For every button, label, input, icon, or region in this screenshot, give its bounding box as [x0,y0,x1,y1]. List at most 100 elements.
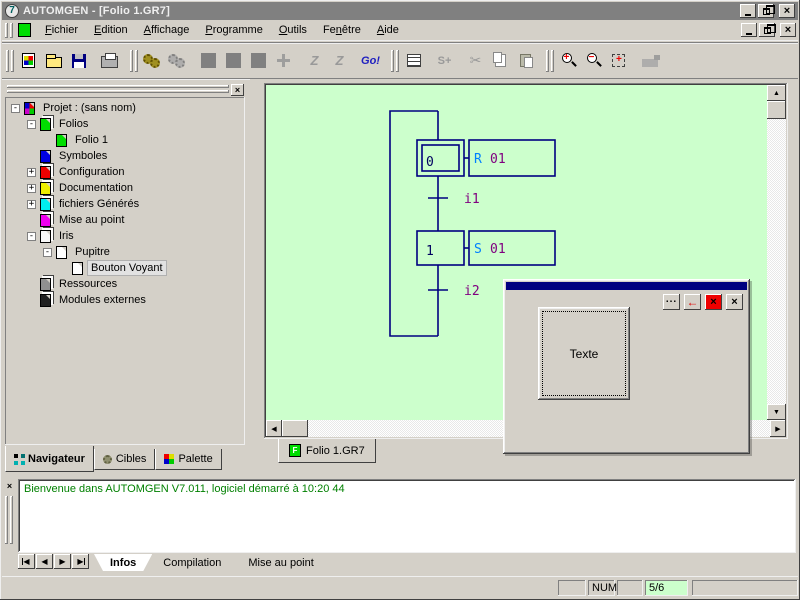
step-1-box[interactable] [417,231,464,265]
transition-2-label[interactable]: i2 [464,284,480,299]
sync-button[interactable] [271,49,296,73]
expand-icon[interactable]: + [27,168,36,177]
menu-affichage[interactable]: Affichage [136,22,198,38]
expand-icon[interactable]: + [27,184,36,193]
console-drag-handle[interactable] [5,496,8,544]
menu-programme[interactable]: Programme [197,22,270,38]
texte-button[interactable]: Texte [538,307,630,400]
back-button[interactable]: ← [684,294,701,310]
tree-item-fichiers-generes[interactable]: + fichiers Générés [6,196,244,212]
menu-fichier[interactable]: Fichier [37,22,86,38]
tab-compilation[interactable]: Compilation [147,554,237,571]
folio-document-icon[interactable] [18,23,31,37]
pupitre-close-button[interactable]: × [726,294,743,310]
child-minimize-button[interactable] [741,23,757,37]
delete-button[interactable]: × [705,294,722,310]
print-button[interactable] [97,49,122,73]
panel-drag-handle[interactable] [7,85,229,88]
tree-item-symboles[interactable]: Symboles [6,148,244,164]
menubar-grip[interactable] [10,23,13,38]
expand-icon[interactable]: + [27,200,36,209]
tree-item-mise-au-point[interactable]: Mise au point [6,212,244,228]
step-mode-button[interactable]: Z [302,49,327,73]
menu-edition[interactable]: Edition [86,22,136,38]
tree-item-projet[interactable]: - Projet : (sans nom) [6,100,244,116]
menu-outils[interactable]: Outils [271,22,315,38]
pause-button-disabled[interactable] [246,49,271,73]
tab-mise-au-point[interactable]: Mise au point [232,554,329,571]
copy-button[interactable] [488,49,513,73]
transition-1-label[interactable]: i1 [464,192,480,207]
scroll-right-button[interactable]: ▶ [770,420,786,437]
tree-item-ressources[interactable]: Ressources [6,276,244,292]
first-tab-button[interactable]: ◀ [18,554,35,569]
vertical-scrollbar[interactable]: ▲ ▼ [767,85,786,420]
tree-item-bouton-voyant[interactable]: Bouton Voyant [6,260,244,276]
navigator-close-button[interactable]: × [231,84,244,96]
pupitre-title-strip[interactable] [506,282,747,290]
tree-item-folios[interactable]: - Folios [6,116,244,132]
zoom-selection-button[interactable]: + [606,49,631,73]
new-project-button[interactable] [16,49,41,73]
last-tab-button[interactable]: ▶ [72,554,89,569]
toolbar-grip[interactable] [391,50,394,72]
action-1-box[interactable] [469,231,555,265]
scroll-left-button[interactable]: ◀ [266,420,282,437]
console-close-button[interactable]: × [3,480,16,492]
zoom-out-button[interactable]: − [581,49,606,73]
next-tab-button[interactable]: ▶ [54,554,71,569]
scroll-down-button[interactable]: ▼ [767,404,786,420]
tree-item-folio-1[interactable]: Folio 1 [6,132,244,148]
collapse-icon[interactable]: - [27,120,36,129]
collapse-icon[interactable]: - [11,104,20,113]
child-restore-button[interactable] [759,23,775,37]
save-button[interactable] [66,49,91,73]
previous-tab-button[interactable]: ◀ [36,554,53,569]
add-symbol-button[interactable]: S+ [432,49,457,73]
tab-infos[interactable]: Infos [94,554,152,571]
vertical-scroll-thumb[interactable] [767,101,786,119]
toolbar-grip[interactable] [130,50,133,72]
stop-button-disabled[interactable] [221,49,246,73]
toolbar-grip[interactable] [6,50,9,72]
run-button-disabled[interactable] [196,49,221,73]
action-0-box[interactable] [469,140,555,176]
compile-button[interactable] [140,49,165,73]
tab-palette[interactable]: Palette [155,449,221,470]
console-drag-handle[interactable] [10,496,13,544]
horizontal-scroll-thumb[interactable] [282,420,308,437]
properties-button[interactable]: ... [663,294,680,310]
tab-navigateur[interactable]: Navigateur [5,446,94,472]
child-close-button[interactable]: × [780,23,796,37]
tree-item-modules-externes[interactable]: Modules externes [6,292,244,308]
tab-cibles[interactable]: Cibles [94,449,156,470]
iris-pupitre-window[interactable]: ... ← × × Texte [503,279,750,454]
scroll-up-button[interactable]: ▲ [767,85,786,101]
tree-item-configuration[interactable]: + Configuration [6,164,244,180]
toolbar-grip[interactable] [396,50,399,72]
paste-button[interactable] [513,49,538,73]
zoom-in-button[interactable]: + [556,49,581,73]
compile-all-button[interactable] [165,49,190,73]
go-button[interactable]: Go! [358,49,383,73]
toolbar-grip[interactable] [546,50,549,72]
step-over-button[interactable]: Z [327,49,352,73]
transfer-button[interactable] [637,49,662,73]
toolbar-grip[interactable] [551,50,554,72]
minimize-button[interactable] [740,4,756,18]
tree-item-pupitre[interactable]: - Pupitre [6,244,244,260]
tree-item-documentation[interactable]: + Documentation [6,180,244,196]
restore-button[interactable] [758,4,774,18]
folio-document-tab[interactable]: F Folio 1.GR7 [278,439,376,463]
toolbar-grip[interactable] [135,50,138,72]
collapse-icon[interactable]: - [43,248,52,257]
cut-button[interactable]: ✂ [463,49,488,73]
symbol-table-button[interactable] [401,49,426,73]
collapse-icon[interactable]: - [27,232,36,241]
close-button[interactable]: × [779,4,795,18]
menubar-grip[interactable] [5,23,8,38]
panel-drag-handle[interactable] [7,90,229,93]
menu-fenetre[interactable]: Fenêtre [315,22,369,38]
tree-item-iris[interactable]: - Iris [6,228,244,244]
open-button[interactable] [41,49,66,73]
